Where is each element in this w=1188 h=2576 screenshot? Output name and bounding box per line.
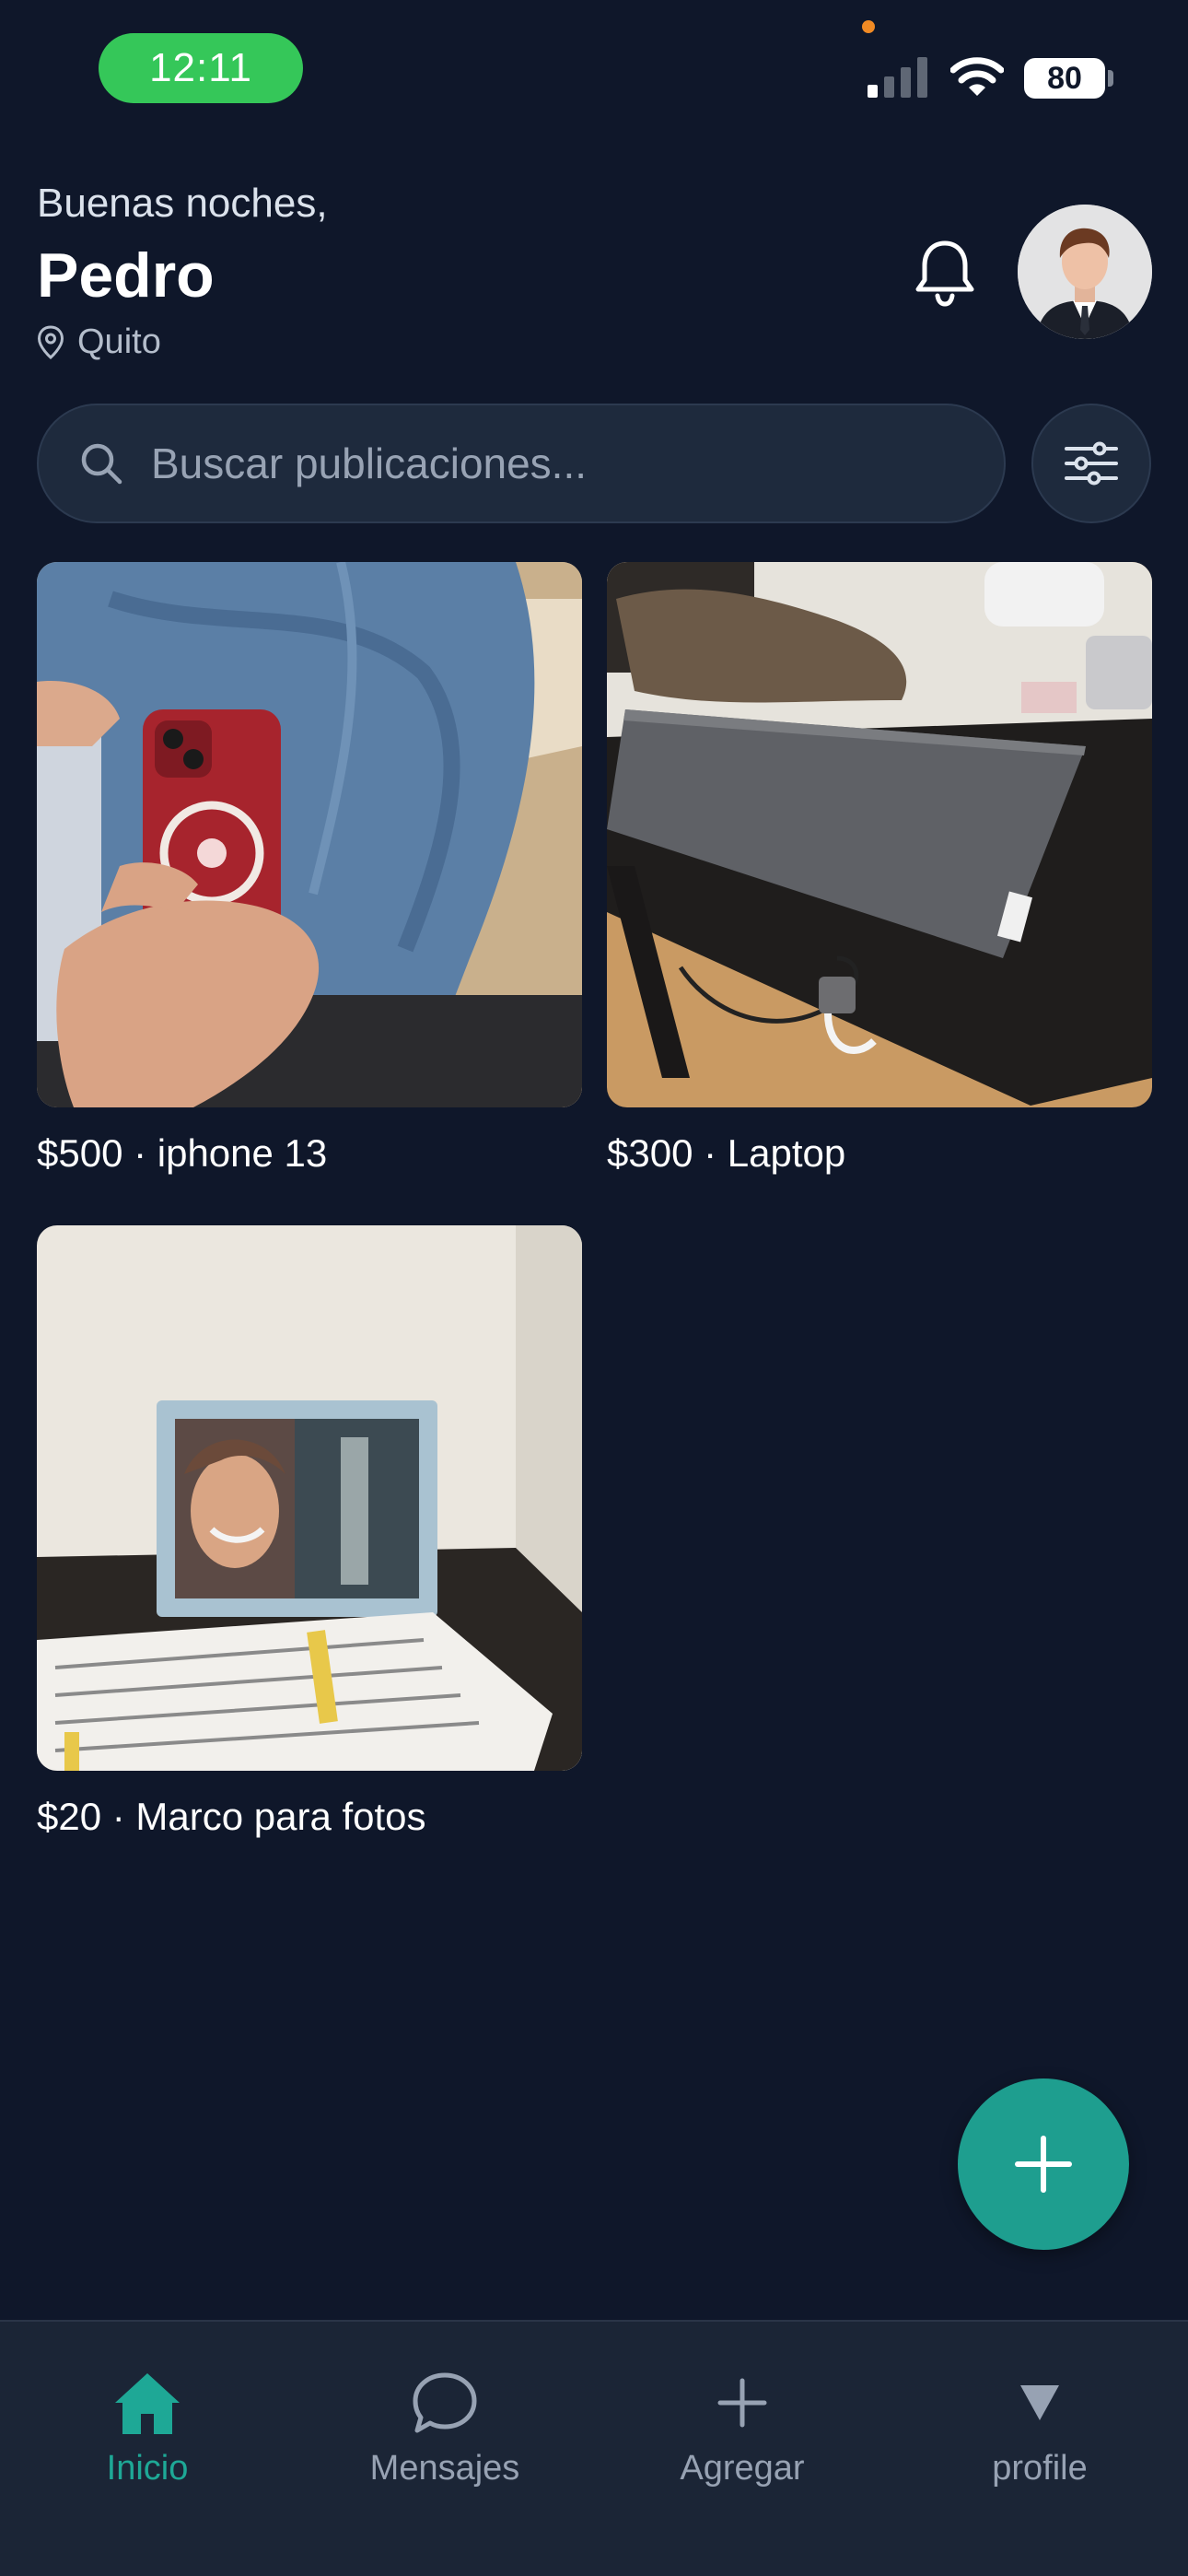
listing-caption: $20 · Marco para fotos	[37, 1795, 426, 1838]
laptop-photo-illustration	[607, 562, 1152, 1107]
listing-card[interactable]: $500 · iphone 13	[37, 562, 582, 1176]
nav-label: Mensajes	[369, 2449, 520, 2488]
triangle-down-icon	[1020, 2385, 1059, 2420]
battery-tip	[1108, 70, 1113, 87]
wifi-icon	[950, 57, 1004, 96]
notification-bell-icon[interactable]	[912, 238, 978, 308]
location-row: Quito	[37, 322, 161, 362]
nav-label: Inicio	[106, 2449, 189, 2488]
cellular-signal-icon	[868, 57, 927, 98]
filter-button[interactable]	[1031, 404, 1151, 523]
filter-sliders-icon	[1065, 441, 1118, 486]
frame-photo-illustration	[37, 1225, 582, 1771]
plus-icon	[1015, 2136, 1072, 2193]
location-pin-icon	[37, 324, 64, 359]
bottom-nav: Inicio Mensajes Agregar profile	[0, 2320, 1188, 2576]
user-avatar[interactable]	[1018, 205, 1152, 339]
nav-item-add[interactable]: Agregar	[632, 2366, 853, 2488]
nav-label: profile	[992, 2449, 1088, 2488]
search-input[interactable]: Buscar publicaciones...	[151, 439, 587, 488]
listing-card[interactable]: $20 · Marco para fotos	[37, 1225, 582, 1839]
listing-photo-iphone[interactable]	[37, 562, 582, 1107]
search-icon	[81, 443, 122, 485]
listing-caption: $300 · Laptop	[607, 1131, 846, 1175]
nav-item-profile[interactable]: profile	[929, 2366, 1150, 2488]
status-time: 12:11	[99, 33, 303, 103]
greeting-text: Buenas noches,	[37, 181, 328, 226]
home-icon	[115, 2373, 180, 2434]
battery-indicator: 80	[1024, 58, 1105, 99]
iphone-photo-illustration	[37, 562, 582, 1107]
search-bar[interactable]: Buscar publicaciones...	[37, 404, 1006, 523]
nav-item-messages[interactable]: Mensajes	[334, 2366, 555, 2488]
location-label: Quito	[77, 322, 161, 361]
nav-item-home[interactable]: Inicio	[37, 2366, 258, 2488]
listing-caption: $500 · iphone 13	[37, 1131, 328, 1175]
listing-photo-laptop[interactable]	[607, 562, 1152, 1107]
chat-icon	[413, 2372, 477, 2433]
listing-card[interactable]: $300 · Laptop	[607, 562, 1152, 1176]
privacy-indicator-dot	[862, 20, 875, 33]
add-listing-fab[interactable]	[958, 2078, 1129, 2250]
status-bar: 12:11 80	[0, 0, 1188, 138]
nav-label: Agregar	[680, 2449, 805, 2488]
plus-icon	[717, 2378, 767, 2428]
user-name: Pedro	[37, 240, 215, 310]
listing-photo-frame[interactable]	[37, 1225, 582, 1771]
avatar-portrait	[1018, 205, 1152, 339]
